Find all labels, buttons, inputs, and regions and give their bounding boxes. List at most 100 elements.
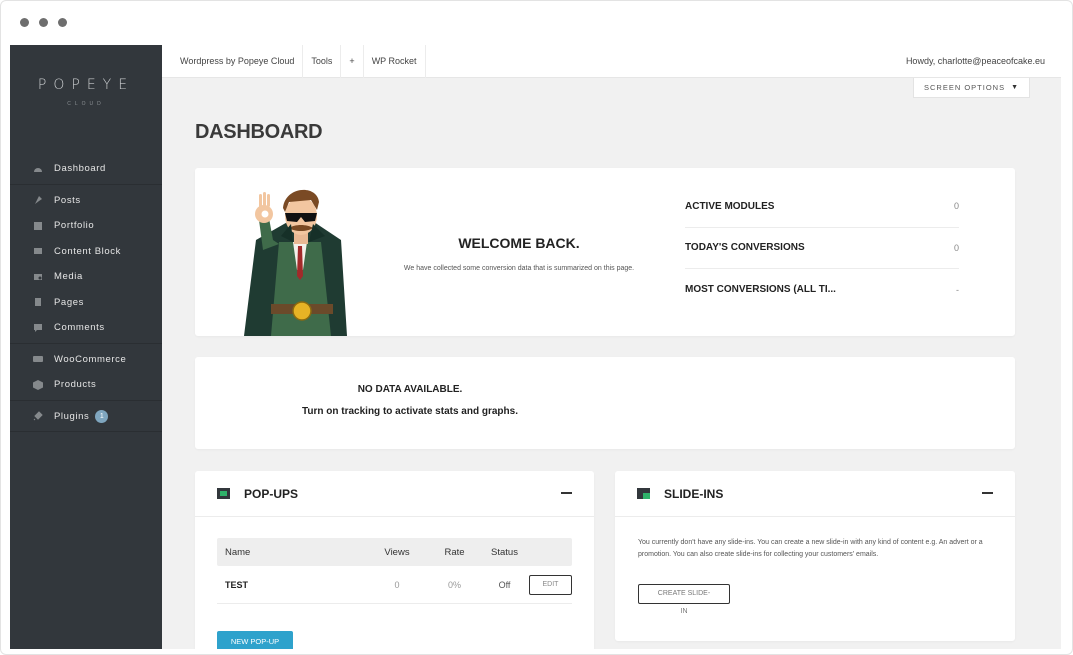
stat-row-todays-conversions: TODAY'S CONVERSIONS 0 xyxy=(685,228,959,269)
slideins-title: SLIDE-INS xyxy=(664,486,724,501)
sidebar-divider xyxy=(10,183,162,185)
stat-row-active-modules: ACTIVE MODULES 0 xyxy=(685,186,959,228)
sidebar-item-label: Pages xyxy=(54,296,84,308)
screen-options-label: SCREEN OPTIONS xyxy=(923,83,1006,92)
create-slidein-button-overflow[interactable]: IN xyxy=(638,608,730,615)
stat-row-most-conversions: MOST CONVERSIONS (ALL TI... - xyxy=(685,269,959,311)
logo-text: POPEYE xyxy=(37,77,135,93)
sidebar-nav: Dashboard Posts Portfolio Content Block xyxy=(10,156,162,435)
sidebar-divider xyxy=(10,399,162,401)
popup-rate: 0% xyxy=(447,579,461,590)
pin-icon xyxy=(35,196,42,205)
site-name-link[interactable]: Wordpress by Popeye Cloud xyxy=(162,45,304,78)
new-popup-button[interactable]: NEW POP-UP xyxy=(217,631,293,649)
column-header-views: Views xyxy=(384,546,410,558)
column-header-rate: Rate xyxy=(444,546,465,558)
create-slidein-button[interactable]: CREATE SLIDE- xyxy=(638,584,730,604)
stat-label: TODAY'S CONVERSIONS xyxy=(685,242,805,254)
sidebar-item-posts[interactable]: Posts xyxy=(10,188,162,214)
sidebar-item-comments[interactable]: Comments xyxy=(10,315,162,341)
browser-window: POPEYE CLOUD Dashboard Posts Portfolio C… xyxy=(0,0,1073,655)
sidebar-item-label: Plugins xyxy=(54,410,90,422)
add-new-button[interactable]: + xyxy=(341,45,364,78)
no-data-title: NO DATA AVAILABLE. xyxy=(357,384,463,395)
popups-header: POP-UPS xyxy=(195,471,594,517)
slideins-header: SLIDE-INS xyxy=(615,471,1015,517)
logo[interactable]: POPEYE CLOUD xyxy=(10,77,162,107)
no-data-message: Turn on tracking to activate stats and g… xyxy=(302,406,518,417)
popups-table: Name Views Rate Status TEST 0 0% Off EDI… xyxy=(217,538,572,604)
minimize-dot-icon[interactable] xyxy=(39,18,48,27)
close-dot-icon[interactable] xyxy=(20,18,29,27)
sidebar-item-label: Products xyxy=(54,379,97,391)
edit-button[interactable]: EDIT xyxy=(529,574,572,595)
media-icon xyxy=(34,273,42,280)
no-data-card: NO DATA AVAILABLE. Turn on tracking to a… xyxy=(195,357,1015,449)
stat-value: 0 xyxy=(953,242,959,253)
popup-actions: EDIT xyxy=(527,574,572,595)
sidebar-item-label: Portfolio xyxy=(54,220,95,232)
sidebar-item-label: Comments xyxy=(54,322,105,334)
maximize-dot-icon[interactable] xyxy=(58,18,67,27)
popup-status: Off xyxy=(498,579,511,590)
window-controls xyxy=(20,18,67,27)
logo-subtext: CLOUD xyxy=(67,101,105,107)
stat-label: ACTIVE MODULES xyxy=(685,200,775,212)
sidebar-item-dashboard[interactable]: Dashboard xyxy=(10,156,162,182)
table-row: TEST 0 0% Off EDIT xyxy=(217,566,572,604)
table-header: Name Views Rate Status xyxy=(217,538,572,566)
content-block-icon xyxy=(34,248,42,255)
pages-icon xyxy=(35,298,41,307)
sidebar: POPEYE CLOUD Dashboard Posts Portfolio C… xyxy=(10,45,162,649)
popups-title: POP-UPS xyxy=(244,486,299,501)
portfolio-icon xyxy=(34,221,42,230)
sidebar-divider xyxy=(10,431,162,432)
caret-down-icon: ▼ xyxy=(1011,84,1020,91)
welcome-card: WELCOME BACK. We have collected some con… xyxy=(195,168,1015,336)
plugins-update-badge: 1 xyxy=(95,409,109,423)
slideins-card: SLIDE-INS You currently don't have any s… xyxy=(615,471,1015,641)
stat-value: - xyxy=(956,284,959,295)
sidebar-item-label: Dashboard xyxy=(54,163,106,175)
plugin-icon xyxy=(33,411,43,421)
stat-label: MOST CONVERSIONS (ALL TI... xyxy=(685,284,836,296)
sidebar-item-products[interactable]: Products xyxy=(10,372,162,398)
page-title: DASHBOARD xyxy=(195,121,323,143)
dashboard-icon xyxy=(34,167,42,172)
sidebar-item-label: WooCommerce xyxy=(54,353,127,365)
stats-list: ACTIVE MODULES 0 TODAY'S CONVERSIONS 0 M… xyxy=(685,186,959,311)
screen-options-button[interactable]: SCREEN OPTIONS ▼ xyxy=(913,78,1030,98)
sidebar-item-portfolio[interactable]: Portfolio xyxy=(10,213,162,239)
wp-rocket-menu[interactable]: WP Rocket xyxy=(364,45,426,78)
popup-module-icon xyxy=(217,488,230,499)
user-greeting[interactable]: Howdy, charlotte@peaceofcake.eu xyxy=(906,56,1061,66)
sidebar-item-label: Content Block xyxy=(54,245,121,257)
sidebar-item-label: Posts xyxy=(54,194,81,206)
sidebar-item-media[interactable]: Media xyxy=(10,264,162,290)
popeye-mascot-illustration xyxy=(244,189,347,336)
sidebar-item-label: Media xyxy=(54,271,83,283)
welcome-title: WELCOME BACK. xyxy=(458,235,580,251)
sidebar-item-content-block[interactable]: Content Block xyxy=(10,239,162,265)
slidein-module-icon xyxy=(637,488,650,499)
comment-icon xyxy=(34,323,42,332)
tools-menu[interactable]: Tools xyxy=(303,45,342,78)
admin-top-bar: Wordpress by Popeye Cloud Tools + WP Roc… xyxy=(162,45,1061,78)
wp-admin: POPEYE CLOUD Dashboard Posts Portfolio C… xyxy=(10,45,1061,649)
welcome-subtitle: We have collected some conversion data t… xyxy=(403,265,635,272)
stat-value: 0 xyxy=(953,201,959,212)
collapse-minus-icon[interactable] xyxy=(982,492,993,494)
products-cube-icon xyxy=(33,379,43,390)
sidebar-item-woocommerce[interactable]: WooCommerce xyxy=(10,347,162,373)
woocommerce-icon xyxy=(33,356,43,363)
slideins-empty-message: You currently don't have any slide-ins. … xyxy=(638,539,983,558)
column-header-name: Name xyxy=(225,546,251,558)
popup-name: TEST xyxy=(225,579,249,590)
sidebar-item-plugins[interactable]: Plugins 1 xyxy=(10,404,162,430)
popup-views: 0 xyxy=(394,579,400,590)
sidebar-divider xyxy=(10,342,162,344)
sidebar-item-pages[interactable]: Pages xyxy=(10,290,162,316)
collapse-minus-icon[interactable] xyxy=(561,492,572,494)
column-header-status: Status xyxy=(491,546,518,558)
popups-card: POP-UPS Name Views Rate Status TEST 0 0%… xyxy=(195,471,594,649)
